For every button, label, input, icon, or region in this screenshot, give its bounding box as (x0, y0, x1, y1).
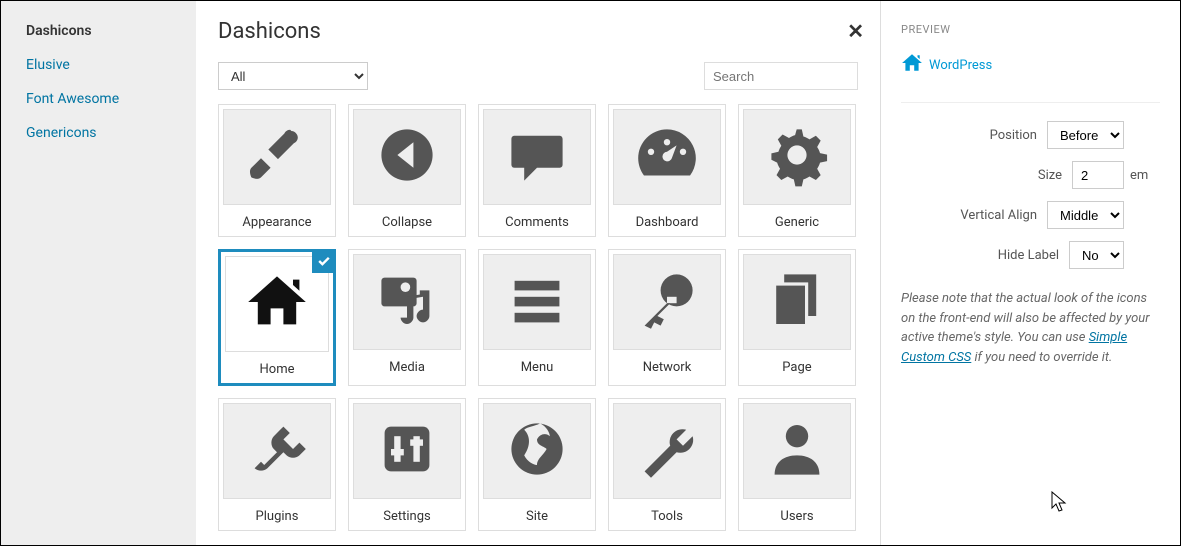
hide-label-select[interactable]: No (1069, 241, 1124, 269)
icon-label: Comments (479, 209, 595, 236)
icon-card-home[interactable]: Home (218, 249, 336, 386)
close-icon[interactable]: ✕ (847, 19, 864, 43)
position-select[interactable]: Before (1047, 121, 1124, 149)
icon-card-generic[interactable]: Generic (738, 104, 856, 237)
icon-label: Tools (609, 503, 725, 530)
preview-panel: PREVIEW WordPress Position Before Size e… (880, 1, 1180, 545)
icon-label: Settings (349, 503, 465, 530)
preview-label: WordPress (929, 58, 992, 73)
icon-card-settings[interactable]: Settings (348, 398, 466, 531)
main-panel: ✕ Dashicons All Appearance Collapse (196, 1, 880, 545)
icon-card-media[interactable]: Media (348, 249, 466, 386)
size-input[interactable] (1072, 161, 1124, 189)
icon-label: Site (479, 503, 595, 530)
sidebar-item-genericons[interactable]: Genericons (26, 125, 171, 141)
setting-label-hide: Hide Label (998, 248, 1059, 263)
page-title: Dashicons (218, 19, 858, 44)
icon-label: Media (349, 354, 465, 381)
icon-card-page[interactable]: Page (738, 249, 856, 386)
icon-label: Dashboard (609, 209, 725, 236)
setting-label-position: Position (990, 128, 1037, 143)
icon-card-dashboard[interactable]: Dashboard (608, 104, 726, 237)
icon-card-site[interactable]: Site (478, 398, 596, 531)
page-icon (765, 268, 829, 336)
icon-grid: Appearance Collapse Comments Dashboard (218, 104, 858, 531)
collapse-icon (375, 123, 439, 191)
preview-note: Please note that the actual look of the … (901, 289, 1160, 367)
valign-select[interactable]: Middle (1047, 201, 1124, 229)
icon-card-network[interactable]: Network (608, 249, 726, 386)
icon-label: Appearance (219, 209, 335, 236)
home-icon (901, 52, 929, 78)
selected-check-icon (312, 249, 336, 273)
media-icon (375, 268, 439, 336)
icon-label: Network (609, 354, 725, 381)
users-icon (765, 417, 829, 485)
sidebar-item-elusive[interactable]: Elusive (26, 57, 171, 73)
tools-icon (635, 417, 699, 485)
icon-card-collapse[interactable]: Collapse (348, 104, 466, 237)
appearance-icon (245, 123, 309, 191)
site-icon (505, 417, 569, 485)
icon-label: Collapse (349, 209, 465, 236)
icon-card-menu[interactable]: Menu (478, 249, 596, 386)
comments-icon (505, 123, 569, 191)
sidebar-item-dashicons[interactable]: Dashicons (26, 23, 171, 39)
search-input[interactable] (704, 62, 858, 90)
size-unit: em (1130, 168, 1160, 183)
icon-card-appearance[interactable]: Appearance (218, 104, 336, 237)
setting-label-size: Size (1038, 168, 1062, 183)
category-filter[interactable]: All (218, 62, 368, 90)
network-icon (635, 268, 699, 336)
plugins-icon (245, 417, 309, 485)
menu-icon (505, 268, 569, 336)
icon-library-sidebar: Dashicons Elusive Font Awesome Genericon… (1, 1, 196, 545)
icon-card-plugins[interactable]: Plugins (218, 398, 336, 531)
generic-icon (765, 123, 829, 191)
icon-card-users[interactable]: Users (738, 398, 856, 531)
preview-heading: PREVIEW (901, 23, 1160, 36)
home-icon (245, 270, 309, 338)
setting-label-valign: Vertical Align (960, 208, 1037, 223)
preview-sample: WordPress (901, 52, 1160, 78)
icon-label: Plugins (219, 503, 335, 530)
icon-card-tools[interactable]: Tools (608, 398, 726, 531)
settings-icon (375, 417, 439, 485)
icon-label: Generic (739, 209, 855, 236)
icon-label: Users (739, 503, 855, 530)
icon-label: Page (739, 354, 855, 381)
icon-label: Home (221, 356, 333, 383)
icon-card-comments[interactable]: Comments (478, 104, 596, 237)
icon-label: Menu (479, 354, 595, 381)
sidebar-item-font-awesome[interactable]: Font Awesome (26, 91, 171, 107)
dashboard-icon (635, 123, 699, 191)
